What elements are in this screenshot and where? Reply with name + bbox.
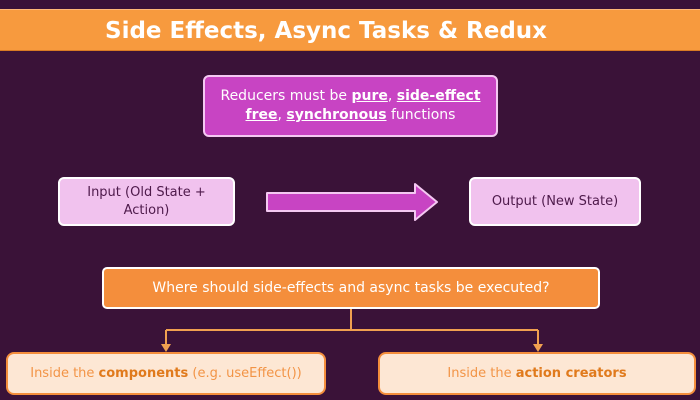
arrowhead-left: [161, 344, 171, 352]
reducer-rule-box: Reducers must be pure, side-effect free,…: [203, 75, 498, 137]
question-box: Where should side-effects and async task…: [102, 267, 600, 309]
page-title: Side Effects, Async Tasks & Redux: [105, 18, 547, 44]
output-box: Output (New State): [469, 177, 641, 226]
keyword-action-creators: action creators: [515, 366, 627, 381]
input-box: Input (Old State + Action): [58, 177, 235, 226]
keyword-pure: pure: [351, 88, 388, 104]
answer-action-creators-box: Inside the action creators: [378, 352, 696, 395]
answer-components-box: Inside the components (e.g. useEffect()): [6, 352, 326, 395]
flow-arrow: [266, 183, 438, 221]
keyword-components: components: [98, 366, 189, 381]
arrowhead-right: [533, 344, 543, 352]
answer-action-creators-text: Inside the action creators: [447, 366, 627, 381]
keyword-synchronous: synchronous: [286, 107, 387, 123]
title-bar: Side Effects, Async Tasks & Redux: [0, 9, 700, 51]
answer-components-text: Inside the components (e.g. useEffect()): [30, 366, 302, 381]
reducer-rule-text: Reducers must be pure, side-effect free,…: [220, 88, 481, 123]
